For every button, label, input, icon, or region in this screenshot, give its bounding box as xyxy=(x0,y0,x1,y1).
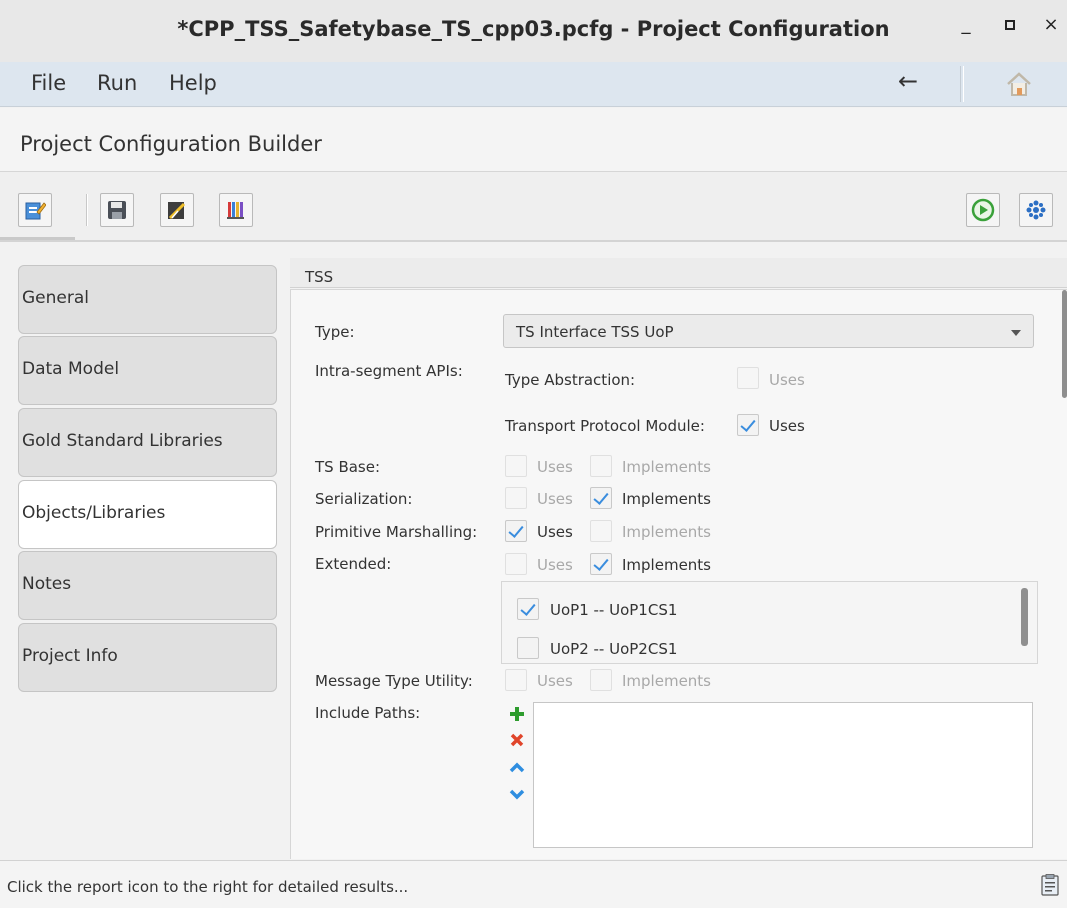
extended-uses-checkbox[interactable] xyxy=(505,553,527,575)
primitive-marshalling-implements-label: Implements xyxy=(622,523,711,541)
primitive-marshalling-uses-label: Uses xyxy=(537,523,573,541)
menu-help[interactable]: Help xyxy=(169,71,217,95)
save-icon xyxy=(108,201,126,219)
intra-segment-label: Intra-segment APIs: xyxy=(315,362,463,380)
ts-base-uses-label: Uses xyxy=(537,458,573,476)
type-select-value: TS Interface TSS UoP xyxy=(516,323,674,341)
menu-file[interactable]: File xyxy=(31,71,66,95)
uop2-label: UoP2 -- UoP2CS1 xyxy=(550,640,678,658)
nav-tab-label: Project Info xyxy=(22,646,118,666)
tss-section-header xyxy=(290,258,1067,288)
add-icon xyxy=(510,707,524,721)
nav-tab-data-model[interactable]: Data Model xyxy=(18,336,277,405)
uop1-checkbox[interactable] xyxy=(517,598,539,620)
maximize-icon xyxy=(1005,20,1015,30)
window-titlebar: *CPP_TSS_Safetybase_TS_cpp03.pcfg - Proj… xyxy=(0,0,1067,62)
nav-tab-label: General xyxy=(22,288,89,308)
message-type-implements-checkbox[interactable] xyxy=(590,669,612,691)
minimize-button[interactable]: _ xyxy=(951,14,981,44)
nav-tab-objects-libraries[interactable]: Objects/Libraries xyxy=(18,480,277,549)
extended-implements-label: Implements xyxy=(622,556,711,574)
home-icon[interactable] xyxy=(1004,69,1034,99)
ts-base-implements-checkbox[interactable] xyxy=(590,455,612,477)
ts-base-label: TS Base: xyxy=(315,458,381,476)
serialization-implements-checkbox[interactable] xyxy=(590,487,612,509)
remove-icon xyxy=(510,733,524,747)
ts-base-uses-checkbox[interactable] xyxy=(505,455,527,477)
panel-scrollbar[interactable] xyxy=(1062,290,1067,398)
generate-button[interactable] xyxy=(160,193,194,227)
type-select[interactable]: TS Interface TSS UoP xyxy=(503,314,1034,348)
extended-implements-checkbox[interactable] xyxy=(590,553,612,575)
type-abstraction-uses-checkbox[interactable] xyxy=(737,367,759,389)
serialization-implements-label: Implements xyxy=(622,490,711,508)
close-button[interactable]: × xyxy=(1036,14,1066,44)
move-down-icon xyxy=(509,789,525,800)
primitive-marshalling-uses-checkbox[interactable] xyxy=(505,520,527,542)
include-paths-label: Include Paths: xyxy=(315,704,421,722)
toolbar-tab-indicator xyxy=(0,237,75,240)
nav-tab-project-info[interactable]: Project Info xyxy=(18,623,277,692)
edit-config-icon xyxy=(25,202,46,220)
chevron-down-icon xyxy=(1011,330,1021,336)
library-button[interactable] xyxy=(219,193,253,227)
serialization-uses-checkbox[interactable] xyxy=(505,487,527,509)
edit-config-button[interactable] xyxy=(18,193,52,227)
settings-icon xyxy=(1026,200,1046,220)
message-type-uses-label: Uses xyxy=(537,672,573,690)
tss-section-title: TSS xyxy=(305,268,334,286)
builder-header: Project Configuration Builder xyxy=(0,108,1067,172)
status-bar: Click the report icon to the right for d… xyxy=(0,860,1067,908)
back-button[interactable]: ← xyxy=(898,67,918,95)
transport-protocol-label: Transport Protocol Module: xyxy=(505,417,705,435)
library-icon xyxy=(227,202,244,219)
report-icon[interactable] xyxy=(1041,874,1059,896)
settings-button[interactable] xyxy=(1019,193,1053,227)
menu-bar: File Run Help ← xyxy=(0,62,1067,107)
message-type-utility-label: Message Type Utility: xyxy=(315,672,473,690)
nav-tab-notes[interactable]: Notes xyxy=(18,551,277,620)
nav-tab-label: Gold Standard Libraries xyxy=(22,431,223,451)
status-message: Click the report icon to the right for d… xyxy=(7,878,409,896)
message-type-implements-label: Implements xyxy=(622,672,711,690)
serialization-uses-label: Uses xyxy=(537,490,573,508)
menu-run[interactable]: Run xyxy=(97,71,137,95)
menu-separator xyxy=(960,66,964,102)
toolbar xyxy=(0,172,1067,242)
serialization-label: Serialization: xyxy=(315,490,413,508)
extended-label: Extended: xyxy=(315,555,392,573)
nav-tab-label: Data Model xyxy=(22,359,120,379)
primitive-marshalling-label: Primitive Marshalling: xyxy=(315,523,478,541)
move-down-button[interactable] xyxy=(508,785,526,803)
window-title: *CPP_TSS_Safetybase_TS_cpp03.pcfg - Proj… xyxy=(177,17,890,41)
uop2-checkbox[interactable] xyxy=(517,637,539,659)
uop-list-scrollbar[interactable] xyxy=(1021,588,1028,646)
extended-uses-label: Uses xyxy=(537,556,573,574)
run-icon xyxy=(971,198,995,222)
nav-tab-label: Objects/Libraries xyxy=(22,503,166,523)
type-abstraction-label: Type Abstraction: xyxy=(505,371,636,389)
builder-title: Project Configuration Builder xyxy=(20,132,322,156)
nav-tab-general[interactable]: General xyxy=(18,265,277,334)
uop1-label: UoP1 -- UoP1CS1 xyxy=(550,601,678,619)
type-label: Type: xyxy=(315,323,355,341)
run-button[interactable] xyxy=(966,193,1000,227)
generate-icon xyxy=(168,202,186,220)
move-up-icon xyxy=(509,762,525,773)
transport-protocol-uses-checkbox[interactable] xyxy=(737,414,759,436)
ts-base-implements-label: Implements xyxy=(622,458,711,476)
add-path-button[interactable] xyxy=(508,705,526,723)
toolbar-separator xyxy=(86,194,88,226)
transport-protocol-uses-label: Uses xyxy=(769,417,805,435)
maximize-button[interactable] xyxy=(995,16,1025,46)
primitive-marshalling-implements-checkbox[interactable] xyxy=(590,520,612,542)
remove-path-button[interactable] xyxy=(508,731,526,749)
type-abstraction-uses-label: Uses xyxy=(769,371,805,389)
message-type-uses-checkbox[interactable] xyxy=(505,669,527,691)
nav-tab-gold-standard-libraries[interactable]: Gold Standard Libraries xyxy=(18,408,277,477)
save-button[interactable] xyxy=(100,193,134,227)
move-up-button[interactable] xyxy=(508,759,526,777)
include-paths-list[interactable] xyxy=(533,702,1033,848)
nav-tab-label: Notes xyxy=(22,574,72,594)
